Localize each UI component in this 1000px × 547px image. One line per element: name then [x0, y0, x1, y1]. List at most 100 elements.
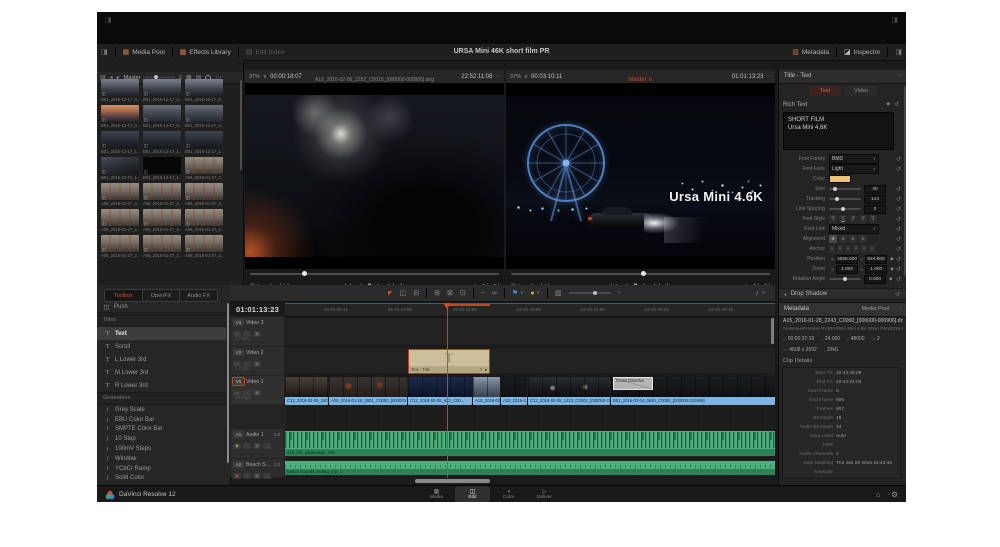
metadata-source-select[interactable]: Media Pool: [861, 303, 889, 316]
effects-scrollbar[interactable]: [227, 303, 230, 463]
media-thumbnail[interactable]: ◫A08_2016-01-27_2...: [101, 235, 139, 258]
clean-feed-toggle[interactable]: ◨: [895, 48, 902, 56]
timeline-clip[interactable]: A15_2016-02...: [473, 377, 500, 405]
effects-item[interactable]: ƒSMPTE Color Bar: [97, 425, 226, 435]
source-scrubber[interactable]: [245, 270, 504, 278]
timeline-clip[interactable]: C12_2016-02-05_922_C00...: [408, 377, 472, 405]
anchor-icon[interactable]: ▫: [837, 245, 843, 253]
zoom-x-value[interactable]: 1.000: [836, 265, 858, 274]
position-x-value[interactable]: 3558.000: [836, 255, 858, 264]
audio-track-header[interactable]: A1Audio 12.0◉▫▦↔: [231, 429, 284, 458]
reset-icon[interactable]: ↺: [896, 276, 901, 283]
track-fader-icon[interactable]: ↔: [263, 473, 271, 479]
monitor-icon-right[interactable]: ◨: [891, 16, 898, 24]
title-clip[interactable]: T Text - Title ↗●: [408, 349, 490, 374]
page-deliver[interactable]: ▷Deliver: [527, 486, 562, 502]
effects-item[interactable]: TR Lower 3rd: [97, 379, 226, 392]
timeline-ruler[interactable]: 01:01:06:1101:01:10:0801:01:14:0601:01:1…: [285, 303, 775, 317]
effects-item[interactable]: TText: [97, 327, 226, 340]
reset-icon[interactable]: ↺: [896, 226, 901, 233]
audio-2-lane[interactable]: beach sounds ending_trip_1: [285, 459, 775, 477]
track-autoselect-icon[interactable]: ▦: [253, 361, 261, 367]
reset-icon[interactable]: ↺: [896, 256, 901, 263]
align-justify-icon[interactable]: ≡: [859, 235, 867, 243]
snapping-icon[interactable]: ~: [481, 290, 485, 297]
position-y-value[interactable]: 824.000: [865, 255, 887, 264]
tab-openfx[interactable]: OpenFX: [143, 290, 181, 301]
drop-shadow-section[interactable]: ● Drop Shadow ↺: [779, 288, 906, 300]
tracking-value[interactable]: 144: [864, 195, 886, 204]
track-lock-icon[interactable]: ▫: [243, 443, 251, 449]
reset-icon[interactable]: ↺: [896, 186, 901, 193]
effects-item[interactable]: TM Lower 3rd: [97, 366, 226, 379]
reset-icon[interactable]: ↺: [896, 216, 901, 223]
timeline-vertical-scrollbar[interactable]: [771, 318, 774, 344]
timeline-horizontal-scrollbar[interactable]: [415, 479, 490, 483]
rotation-value[interactable]: 0.000: [864, 275, 886, 284]
effects-item[interactable]: ƒYCbCr Ramp: [97, 464, 226, 474]
tab-audiofx[interactable]: Audio FX: [180, 290, 217, 301]
settings-gear-icon[interactable]: ⚙: [891, 490, 898, 499]
timeline-scrubber-handle[interactable]: [641, 271, 646, 276]
razor-tool-icon[interactable]: ⊟: [413, 289, 419, 297]
media-thumbnail[interactable]: ◫A08_2016-01-27_2...: [101, 183, 139, 206]
media-thumbnail[interactable]: ◫A08_2016-01-27_2...: [185, 235, 223, 258]
reset-icon[interactable]: ↺: [896, 196, 901, 203]
keyframe-icon[interactable]: ◆: [889, 276, 892, 282]
playhead-marker[interactable]: [443, 303, 451, 309]
media-pool-scrollbar[interactable]: [240, 80, 242, 170]
media-thumbnail[interactable]: ◫A08_2016-01-27_2...: [185, 157, 223, 180]
reset-icon[interactable]: ↺: [896, 266, 901, 273]
timeline-tracks-area[interactable]: 01:01:06:1101:01:10:0801:01:14:0601:01:1…: [285, 303, 775, 478]
effects-item[interactable]: ƒSolid Color: [97, 474, 226, 484]
audio-1-lane[interactable]: 218_full_pilgrimage_219: [285, 429, 775, 458]
zoom-fit-icon[interactable]: ○: [618, 290, 621, 296]
effects-item[interactable]: ƒ10 Step: [97, 434, 226, 444]
anchor-icon[interactable]: ▫: [853, 245, 859, 253]
replace-clip-icon[interactable]: ⊡: [460, 289, 466, 297]
tracking-slider[interactable]: [829, 198, 861, 200]
style-regular-icon[interactable]: T: [829, 215, 837, 223]
source-scrubber-handle[interactable]: [302, 271, 307, 276]
keyframe-icon[interactable]: ◆: [887, 101, 890, 108]
timeline-clip[interactable]: C12_2016-02-05_1609_C00...: [285, 377, 328, 405]
timeline-zoom-slider[interactable]: [569, 292, 611, 294]
project-manager-icon[interactable]: ⌂: [876, 490, 881, 499]
effects-item[interactable]: ƒ100mV Steps: [97, 444, 226, 454]
color-swatch[interactable]: [829, 175, 851, 183]
timeline-clip[interactable]: A15_2016-0...: [501, 377, 527, 405]
reset-icon[interactable]: ↺: [896, 246, 901, 253]
media-thumbnail[interactable]: ◫B01_2015-12-17_1...: [143, 131, 181, 154]
timeline-clip[interactable]: C12_2016-02-05_1422_C0002_[000000-210815…: [528, 377, 610, 405]
size-slider[interactable]: [829, 188, 861, 190]
media-thumbnail[interactable]: ◫B01_2015-12-17_0...: [185, 105, 223, 128]
video-2-lane[interactable]: T Text - Title ↗●: [285, 347, 775, 375]
reset-icon[interactable]: ↺: [896, 236, 901, 243]
media-thumbnail[interactable]: ◫B01_2015-12-17_1...: [185, 131, 223, 154]
align-right-icon[interactable]: ≡: [849, 235, 857, 243]
anchor-icon[interactable]: ▫: [861, 245, 867, 253]
line-spacing-value[interactable]: 0: [864, 205, 886, 214]
reset-icon[interactable]: ↺: [895, 291, 900, 298]
audio-track-header[interactable]: A2Beach S...2.0◉▫▦↔: [231, 459, 284, 477]
track-header[interactable]: V3Video 3▭▫▦3 Clips: [231, 317, 284, 346]
size-value[interactable]: 30: [864, 185, 886, 194]
track-badge[interactable]: A1: [233, 431, 244, 438]
track-badge[interactable]: V3: [233, 319, 244, 326]
flag-button[interactable]: ⚑: [512, 289, 518, 297]
anchor-icon[interactable]: ▫: [845, 245, 851, 253]
timeline-viewer-scrubber[interactable]: [506, 270, 775, 278]
media-thumbnail[interactable]: ◫A08_2016-01-27_2...: [143, 235, 181, 258]
keyframe-icon[interactable]: ◆: [890, 256, 893, 262]
audio-meters-icon[interactable]: ♪: [755, 290, 759, 297]
audio-clip-a2[interactable]: beach sounds ending_trip_1: [285, 461, 775, 475]
audio-clip-a1[interactable]: 218_full_pilgrimage_219: [285, 431, 775, 456]
link-clips-icon[interactable]: ∞: [492, 290, 497, 297]
anchor-icon[interactable]: ▫: [829, 245, 835, 253]
marker-button[interactable]: ●: [530, 290, 534, 297]
chevron-down-icon[interactable]: ∨: [762, 290, 765, 296]
dual-screen-toggle[interactable]: ◨: [101, 48, 108, 56]
style-underline-icon[interactable]: T: [839, 215, 847, 223]
reset-icon[interactable]: ↺: [896, 166, 901, 173]
track-badge[interactable]: A2: [233, 461, 244, 468]
